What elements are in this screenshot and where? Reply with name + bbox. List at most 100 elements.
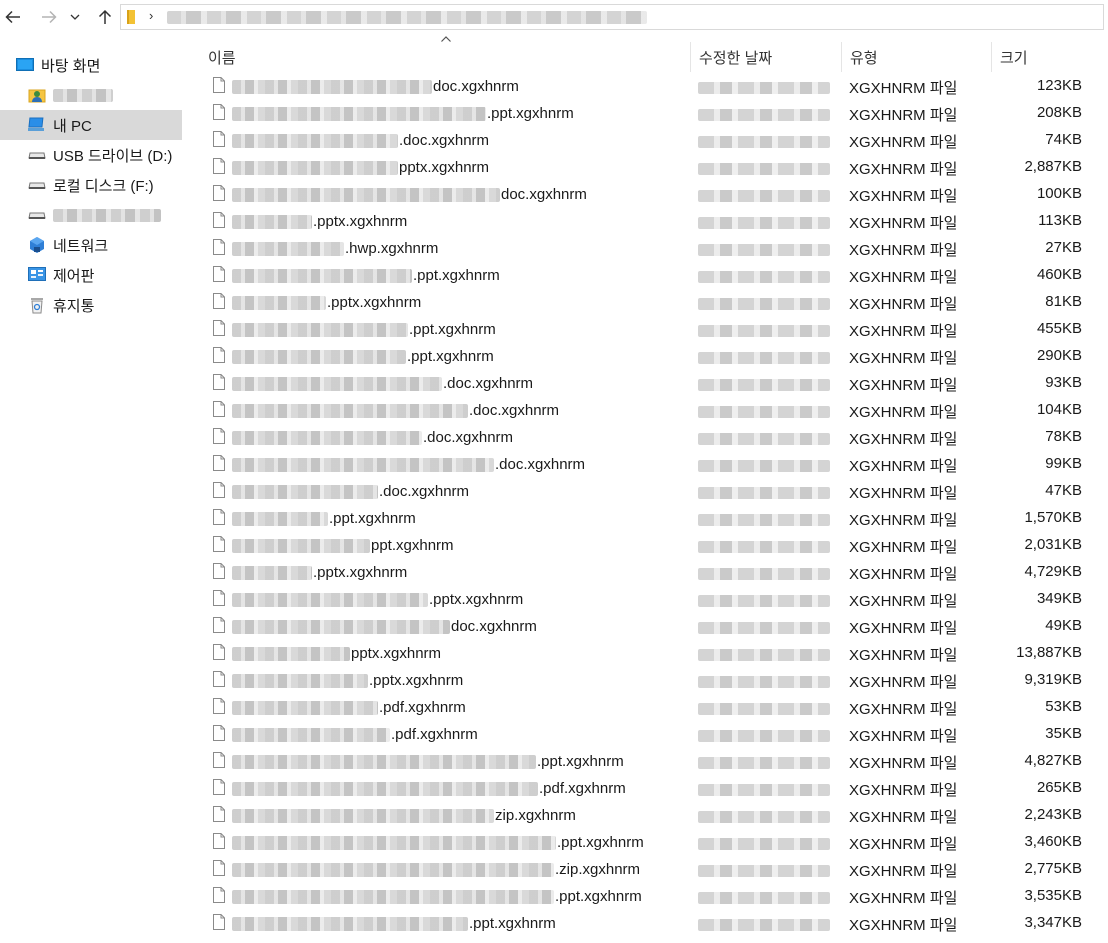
file-extension: .doc.xgxhnrm bbox=[443, 375, 534, 392]
file-name-redacted bbox=[232, 457, 494, 472]
file-name: .doc.xgxhnrm bbox=[232, 131, 489, 150]
file-name-redacted bbox=[232, 673, 368, 688]
this-pc-icon bbox=[28, 116, 46, 134]
file-row[interactable]: .pdf.xgxhnrm XGXHNRM 파일 53KB bbox=[184, 694, 1108, 721]
file-type: XGXHNRM 파일 bbox=[849, 620, 958, 637]
file-row[interactable]: .ppt.xgxhnrm XGXHNRM 파일 1,570KB bbox=[184, 505, 1108, 532]
file-row[interactable]: .ppt.xgxhnrm XGXHNRM 파일 290KB bbox=[184, 343, 1108, 370]
file-name: .ppt.xgxhnrm bbox=[232, 833, 644, 852]
up-arrow-icon[interactable] bbox=[94, 6, 116, 28]
file-row[interactable]: .ppt.xgxhnrm XGXHNRM 파일 460KB bbox=[184, 262, 1108, 289]
file-row[interactable]: .zip.xgxhnrm XGXHNRM 파일 2,775KB bbox=[184, 856, 1108, 883]
file-name: zip.xgxhnrm bbox=[232, 806, 576, 825]
file-row[interactable]: .pptx.xgxhnrm XGXHNRM 파일 4,729KB bbox=[184, 559, 1108, 586]
file-row[interactable]: .pdf.xgxhnrm XGXHNRM 파일 35KB bbox=[184, 721, 1108, 748]
recent-locations-chevron-down-icon[interactable] bbox=[68, 6, 82, 28]
file-name-redacted bbox=[232, 241, 344, 256]
modified-date-redacted bbox=[698, 649, 830, 661]
file-type: XGXHNRM 파일 bbox=[849, 674, 958, 691]
column-header-size[interactable]: 크기 bbox=[991, 42, 1089, 72]
drive-icon bbox=[28, 206, 46, 224]
file-row[interactable]: .ppt.xgxhnrm XGXHNRM 파일 3,535KB bbox=[184, 883, 1108, 910]
file-row[interactable]: ppt.xgxhnrm XGXHNRM 파일 2,031KB bbox=[184, 532, 1108, 559]
file-row[interactable]: .doc.xgxhnrm XGXHNRM 파일 78KB bbox=[184, 424, 1108, 451]
file-type: XGXHNRM 파일 bbox=[849, 107, 958, 124]
file-name-redacted bbox=[232, 376, 442, 391]
file-row[interactable]: .doc.xgxhnrm XGXHNRM 파일 47KB bbox=[184, 478, 1108, 505]
file-name-redacted bbox=[232, 268, 412, 283]
sidebar-item-this-pc[interactable]: 내 PC bbox=[0, 110, 182, 140]
file-row[interactable]: doc.xgxhnrm XGXHNRM 파일 100KB bbox=[184, 181, 1108, 208]
file-size: 349KB bbox=[1036, 590, 1082, 607]
sidebar-item-user-folder[interactable] bbox=[28, 80, 210, 110]
file-name-redacted bbox=[232, 187, 500, 202]
file-row[interactable]: .ppt.xgxhnrm XGXHNRM 파일 3,460KB bbox=[184, 829, 1108, 856]
sidebar-item-desktop[interactable]: 바탕 화면 bbox=[16, 50, 198, 80]
file-row[interactable]: zip.xgxhnrm XGXHNRM 파일 2,243KB bbox=[184, 802, 1108, 829]
user-folder-icon bbox=[28, 86, 46, 104]
file-row[interactable]: .doc.xgxhnrm XGXHNRM 파일 99KB bbox=[184, 451, 1108, 478]
sidebar-item-recycle-bin[interactable]: 휴지통 bbox=[28, 290, 210, 320]
file-type: XGXHNRM 파일 bbox=[849, 593, 958, 610]
file-size: 2,243KB bbox=[1024, 806, 1082, 823]
file-row[interactable]: doc.xgxhnrm XGXHNRM 파일 123KB bbox=[184, 73, 1108, 100]
file-size: 35KB bbox=[1045, 725, 1082, 742]
modified-date-redacted bbox=[698, 109, 830, 121]
sidebar-item-local-disk[interactable]: 로컬 디스크 (F:) bbox=[28, 170, 210, 200]
file-row[interactable]: .pptx.xgxhnrm XGXHNRM 파일 349KB bbox=[184, 586, 1108, 613]
file-row[interactable]: .pdf.xgxhnrm XGXHNRM 파일 265KB bbox=[184, 775, 1108, 802]
file-row[interactable]: .pptx.xgxhnrm XGXHNRM 파일 113KB bbox=[184, 208, 1108, 235]
file-icon bbox=[213, 185, 225, 201]
file-extension: .ppt.xgxhnrm bbox=[487, 105, 574, 122]
file-size: 93KB bbox=[1045, 374, 1082, 391]
file-row[interactable]: doc.xgxhnrm XGXHNRM 파일 49KB bbox=[184, 613, 1108, 640]
file-icon bbox=[213, 509, 225, 525]
file-row[interactable]: .hwp.xgxhnrm XGXHNRM 파일 27KB bbox=[184, 235, 1108, 262]
sidebar-item-usb-drive[interactable]: USB 드라이브 (D:) bbox=[28, 140, 210, 170]
file-name-redacted bbox=[232, 619, 450, 634]
modified-date-redacted bbox=[698, 568, 830, 580]
drive-icon bbox=[28, 146, 46, 164]
file-row[interactable]: pptx.xgxhnrm XGXHNRM 파일 2,887KB bbox=[184, 154, 1108, 181]
modified-date-redacted bbox=[698, 811, 830, 823]
modified-date-redacted bbox=[698, 676, 830, 688]
sidebar-item-network[interactable]: 네트워크 bbox=[28, 230, 210, 260]
file-row[interactable]: .ppt.xgxhnrm XGXHNRM 파일 4,827KB bbox=[184, 748, 1108, 775]
file-icon bbox=[213, 617, 225, 633]
file-name-redacted bbox=[232, 808, 494, 823]
drive-icon bbox=[28, 176, 46, 194]
column-header-type[interactable]: 유형 bbox=[841, 42, 991, 72]
column-header-name[interactable]: 이름 bbox=[200, 42, 690, 72]
address-bar[interactable]: › bbox=[120, 4, 1104, 30]
sidebar-item-control-panel[interactable]: 제어판 bbox=[28, 260, 210, 290]
file-icon bbox=[213, 104, 225, 120]
file-icon bbox=[213, 131, 225, 147]
file-row[interactable]: pptx.xgxhnrm XGXHNRM 파일 13,887KB bbox=[184, 640, 1108, 667]
back-arrow-icon[interactable] bbox=[2, 6, 24, 28]
modified-date-redacted bbox=[698, 487, 830, 499]
file-extension: ppt.xgxhnrm bbox=[371, 537, 454, 554]
file-row[interactable]: .doc.xgxhnrm XGXHNRM 파일 93KB bbox=[184, 370, 1108, 397]
sidebar-item-drive-redacted[interactable] bbox=[28, 200, 210, 230]
file-name-redacted bbox=[232, 565, 312, 580]
file-row[interactable]: .doc.xgxhnrm XGXHNRM 파일 74KB bbox=[184, 127, 1108, 154]
file-row[interactable]: .ppt.xgxhnrm XGXHNRM 파일 208KB bbox=[184, 100, 1108, 127]
file-icon bbox=[213, 77, 225, 93]
file-row[interactable]: .doc.xgxhnrm XGXHNRM 파일 104KB bbox=[184, 397, 1108, 424]
file-row[interactable]: .ppt.xgxhnrm XGXHNRM 파일 3,347KB bbox=[184, 910, 1108, 937]
file-extension: .ppt.xgxhnrm bbox=[537, 753, 624, 770]
forward-arrow-icon[interactable] bbox=[38, 6, 60, 28]
file-size: 208KB bbox=[1036, 104, 1082, 121]
file-row[interactable]: .pptx.xgxhnrm XGXHNRM 파일 9,319KB bbox=[184, 667, 1108, 694]
file-row[interactable]: .pptx.xgxhnrm XGXHNRM 파일 81KB bbox=[184, 289, 1108, 316]
file-size: 460KB bbox=[1036, 266, 1082, 283]
file-row[interactable]: .ppt.xgxhnrm XGXHNRM 파일 455KB bbox=[184, 316, 1108, 343]
column-header-label: 이름 bbox=[208, 49, 236, 67]
file-name: doc.xgxhnrm bbox=[232, 77, 519, 96]
file-icon bbox=[213, 320, 225, 336]
modified-date-redacted bbox=[698, 703, 830, 715]
modified-date-redacted bbox=[698, 325, 830, 337]
file-size: 104KB bbox=[1036, 401, 1082, 418]
modified-date-redacted bbox=[698, 271, 830, 283]
column-header-modified[interactable]: 수정한 날짜 bbox=[690, 42, 841, 72]
